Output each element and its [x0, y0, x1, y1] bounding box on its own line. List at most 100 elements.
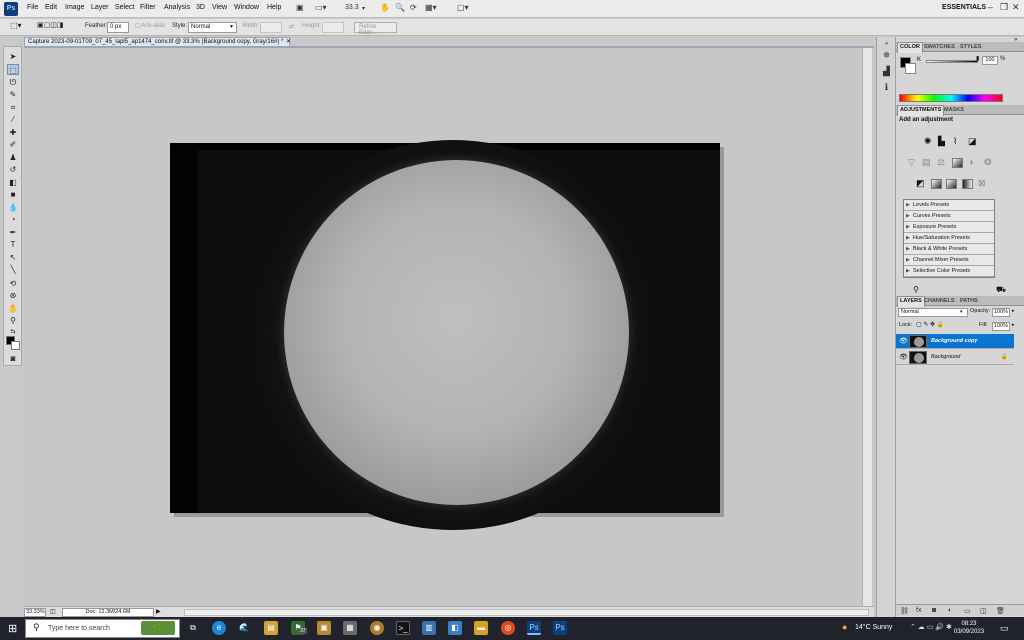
black-white-icon[interactable]	[952, 158, 963, 168]
restore-icon[interactable]: ❐	[1000, 2, 1008, 13]
rectangular-marquee-tool-icon[interactable]: ⬚	[7, 64, 19, 75]
pen-tool-icon[interactable]: ✒	[7, 227, 19, 238]
panel-collapse-icon[interactable]: »	[1014, 37, 1017, 43]
eraser-tool-icon[interactable]: ◧	[7, 177, 19, 188]
layer-style-icon[interactable]: fx	[916, 607, 921, 614]
info-icon[interactable]: ℹ	[881, 82, 892, 93]
channel-mixer-icon[interactable]: ❂	[984, 157, 992, 168]
list-item[interactable]: ▶ Levels Presets	[904, 200, 994, 211]
clock[interactable]: 08:23 03/09/2023	[954, 620, 984, 636]
threshold-icon[interactable]	[946, 179, 957, 189]
quick-mask-icon[interactable]: ◙	[7, 353, 19, 364]
crop-tool-icon[interactable]: ⌗	[7, 102, 19, 113]
close-document-icon[interactable]: ✕	[286, 38, 291, 45]
app-icon[interactable]: ▦	[343, 621, 357, 635]
vertical-scrollbar[interactable]	[862, 48, 872, 606]
hand-tool-icon[interactable]: ✋	[7, 303, 19, 314]
notification-center-icon[interactable]: ▭	[1000, 623, 1009, 634]
k-slider-thumb[interactable]: ▮	[976, 55, 979, 62]
status-menu-icon[interactable]: ◫	[50, 608, 56, 615]
zoom-tool-icon[interactable]: ⚲	[7, 315, 19, 326]
zoom-level-dropdown[interactable]: 33.3	[345, 4, 359, 16]
rotate-view-icon[interactable]: ⟳	[410, 3, 417, 15]
type-tool-icon[interactable]: T	[7, 239, 19, 250]
tab-masks[interactable]: MASKS	[942, 106, 966, 114]
terminal-icon[interactable]: >_	[396, 621, 410, 635]
line-tool-icon[interactable]: ╲	[7, 264, 19, 275]
lasso-tool-icon[interactable]: ᘎ	[7, 77, 19, 88]
list-item[interactable]: ▶ Channel Mixer Presets	[904, 255, 994, 266]
levels-icon[interactable]: ▙	[938, 136, 945, 147]
photoshop-taskbar-icon[interactable]: Ps	[527, 621, 541, 635]
menu-image[interactable]: Image	[65, 4, 84, 11]
3d-rotate-tool-icon[interactable]: ⟲	[7, 278, 19, 289]
healing-brush-tool-icon[interactable]: ✚	[7, 127, 19, 138]
curves-icon[interactable]: ⌇	[953, 136, 957, 147]
tab-adjustments[interactable]: ADJUSTMENTS	[897, 105, 945, 116]
dodge-tool-icon[interactable]: ◔	[7, 214, 19, 225]
k-value-input[interactable]: 100	[982, 56, 998, 65]
refine-edge-button[interactable]: Refine Edge...	[354, 22, 397, 36]
close-icon[interactable]: ✕	[1012, 2, 1020, 13]
selective-color-icon[interactable]: ⊠	[978, 178, 986, 189]
widget-app-icon[interactable]: 🌊	[237, 621, 251, 635]
clip-to-layer-icon[interactable]: ⚲	[913, 285, 919, 294]
selection-mode-icons[interactable]: ▣▢◫◨	[37, 21, 63, 29]
reset-icon[interactable]: ⛟	[996, 285, 1006, 295]
visibility-eye-icon[interactable]: 👁	[899, 337, 908, 345]
horizontal-scrollbar[interactable]	[184, 609, 869, 616]
tab-paths[interactable]: PATHS	[958, 297, 980, 305]
dock-collapse-icon[interactable]: »	[881, 39, 892, 50]
swap-dimensions-icon[interactable]: ⇄	[289, 23, 294, 30]
chrome-icon[interactable]: ◎	[501, 621, 515, 635]
hand-tool-icon[interactable]: ✋	[380, 3, 390, 15]
tab-channels[interactable]: CHANNELS	[922, 297, 957, 305]
menu-3d[interactable]: 3D	[196, 4, 205, 11]
new-group-icon[interactable]: ▭	[964, 607, 971, 615]
gradient-map-icon[interactable]	[962, 179, 973, 189]
menu-select[interactable]: Select	[115, 4, 134, 11]
feather-input[interactable]: 0 px	[107, 22, 129, 33]
link-layers-icon[interactable]: ⛓	[900, 607, 909, 615]
tab-color[interactable]: COLOR	[897, 42, 923, 53]
visibility-eye-icon[interactable]: 👁	[899, 353, 908, 361]
menu-window[interactable]: Window	[234, 4, 259, 11]
brightness-contrast-icon[interactable]: ✺	[924, 136, 932, 147]
new-adjustment-layer-icon[interactable]: ◐	[948, 607, 952, 614]
menu-filter[interactable]: Filter	[140, 4, 156, 11]
brush-tool-icon[interactable]: ✐	[7, 139, 19, 150]
photoshop-taskbar-icon-2[interactable]: Ps	[553, 621, 567, 635]
gradient-tool-icon[interactable]: ■	[7, 189, 19, 200]
app-icon[interactable]: ▥	[422, 621, 436, 635]
posterize-icon[interactable]	[931, 179, 942, 189]
invert-icon[interactable]: ◩	[916, 178, 925, 189]
height-input[interactable]	[322, 22, 344, 33]
opacity-slider-icon[interactable]: ▸	[1012, 308, 1015, 314]
move-tool-icon[interactable]: ➤	[7, 51, 19, 62]
layer-row-background-copy[interactable]: 👁 Background copy	[896, 334, 1014, 349]
weather-widget[interactable]: 14°C Sunny	[855, 624, 892, 631]
system-tray-icons[interactable]: ⌃ ☁ ▭ 🔊 ✱	[910, 623, 952, 631]
photo-filter-icon[interactable]: ◑	[968, 157, 973, 167]
menu-analysis[interactable]: Analysis	[164, 4, 190, 11]
background-color-swatch[interactable]	[905, 63, 916, 74]
menu-view[interactable]: View	[212, 4, 227, 11]
clone-stamp-tool-icon[interactable]: ♟	[7, 152, 19, 163]
menu-help[interactable]: Help	[267, 4, 281, 11]
app-icon[interactable]: ▣	[317, 621, 331, 635]
list-item[interactable]: ▶ Curves Presets	[904, 211, 994, 222]
blend-mode-select[interactable]: Normal	[898, 308, 968, 317]
history-brush-tool-icon[interactable]: ↺	[7, 164, 19, 175]
anti-alias-checkbox[interactable]: ☐	[135, 23, 140, 30]
menu-edit[interactable]: Edit	[45, 4, 57, 11]
hue-saturation-icon[interactable]: ▤	[922, 157, 931, 168]
vibrance-icon[interactable]: ▽	[908, 157, 915, 168]
lock-pixels-icons[interactable]: ▢ ✎ ✥ 🔒	[916, 321, 944, 328]
delete-layer-icon[interactable]: 🗑	[996, 607, 1005, 615]
bridge-icon[interactable]: ▣	[296, 3, 304, 15]
quick-selection-tool-icon[interactable]: ✎	[7, 89, 19, 100]
task-view-icon[interactable]: ⧉	[186, 621, 200, 635]
tab-layers[interactable]: LAYERS	[897, 296, 925, 307]
k-slider[interactable]	[926, 60, 978, 63]
opacity-input[interactable]: 100%	[992, 308, 1010, 317]
